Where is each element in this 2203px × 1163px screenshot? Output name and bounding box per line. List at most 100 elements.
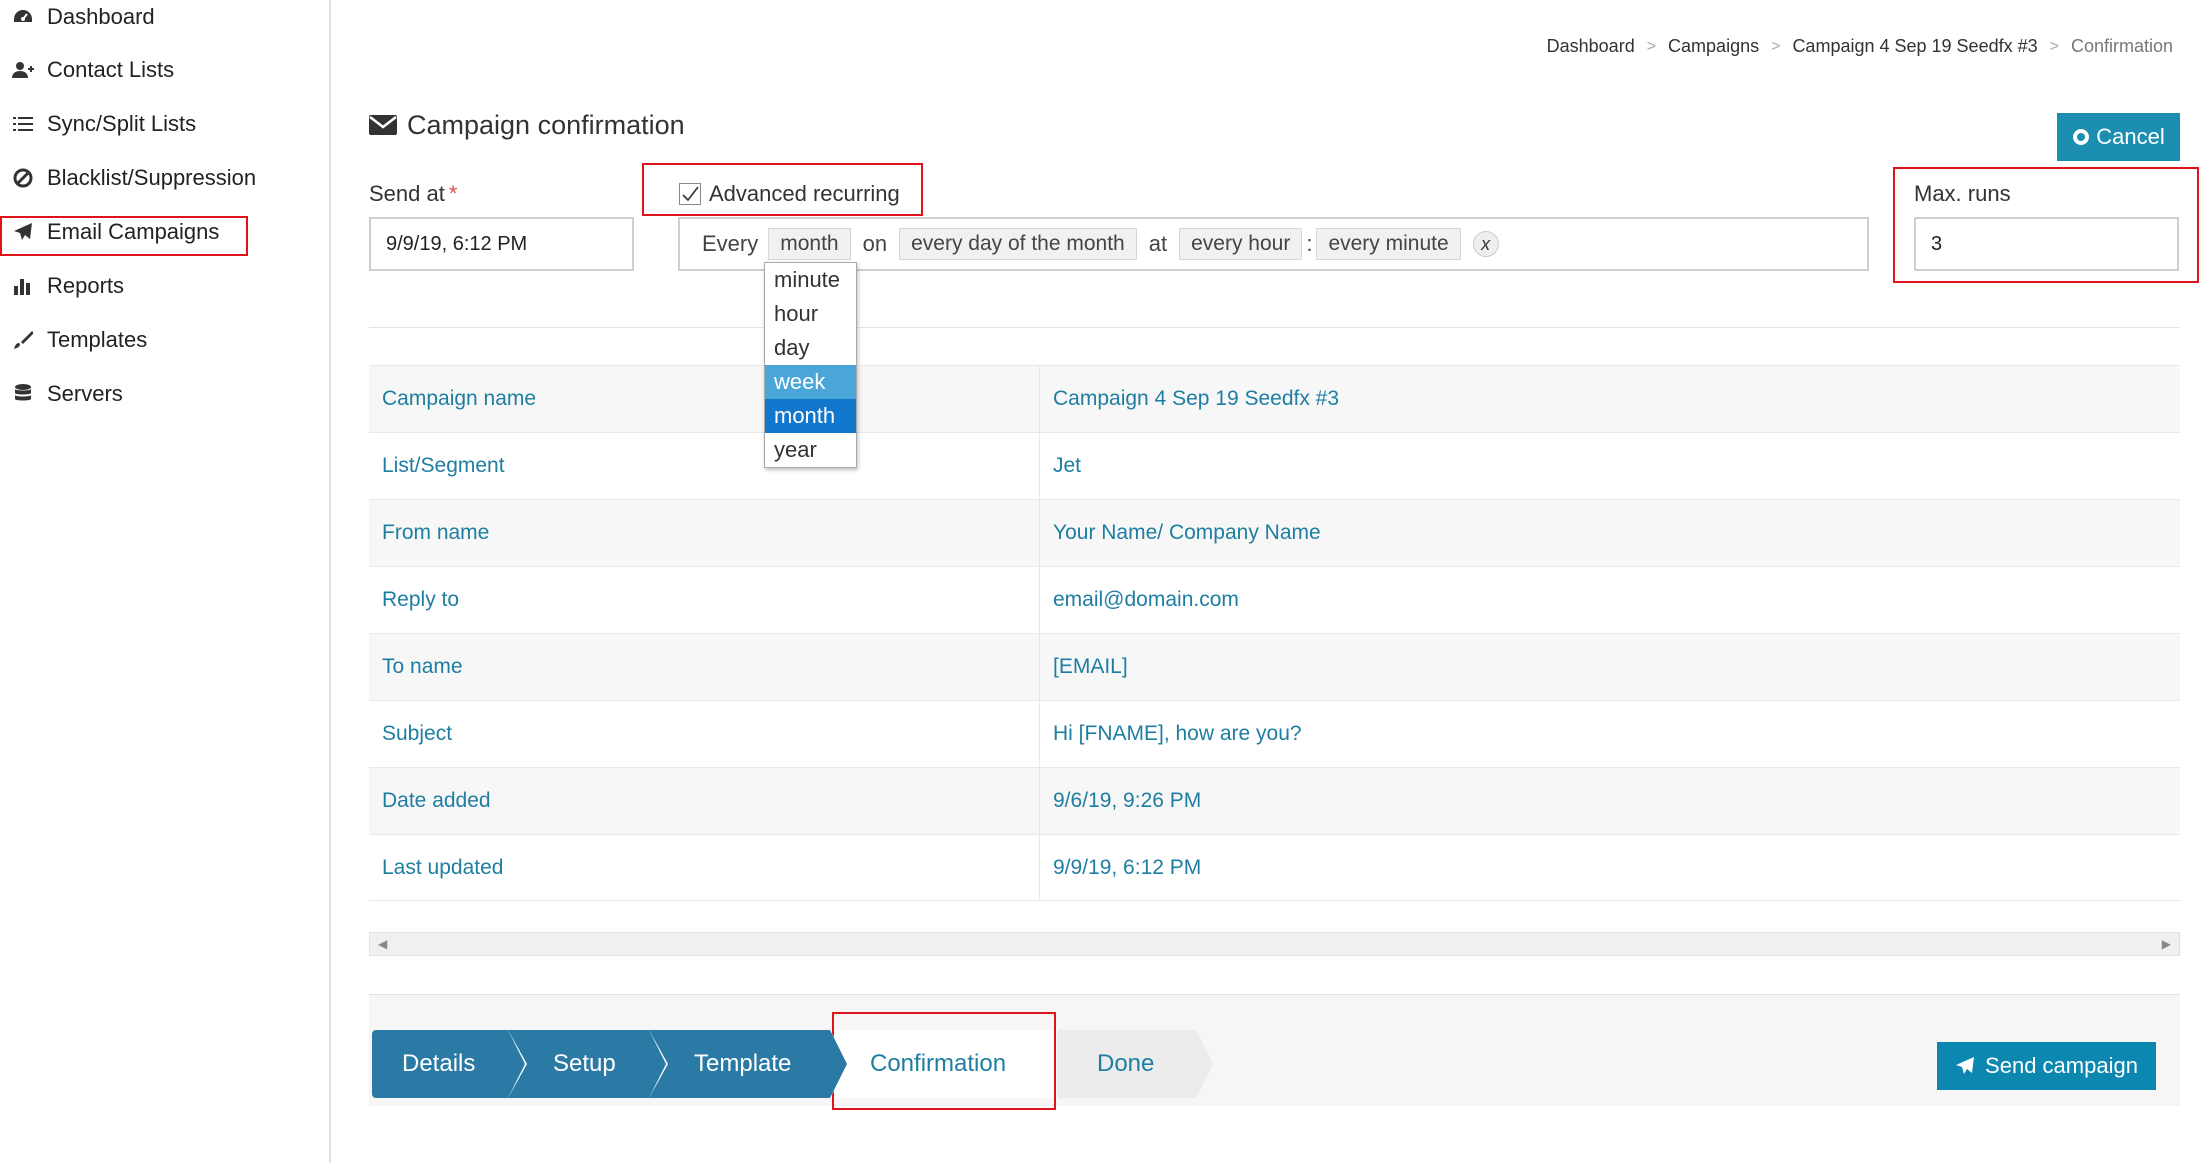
detail-value: Your Name/ Company Name bbox=[1053, 521, 1321, 544]
step-setup[interactable]: Setup bbox=[508, 1030, 668, 1098]
detail-key: From name bbox=[369, 500, 1040, 566]
sidebar-item-dashboard[interactable]: Dashboard bbox=[0, 0, 331, 44]
detail-value: 9/9/19, 6:12 PM bbox=[1053, 855, 1202, 879]
period-select[interactable]: month bbox=[768, 228, 851, 260]
step-label: Done bbox=[1097, 1050, 1155, 1077]
period-option-year[interactable]: year bbox=[765, 433, 856, 467]
sidebar-item-label: Email Campaigns bbox=[47, 219, 220, 244]
period-option-hour[interactable]: hour bbox=[765, 297, 856, 331]
database-icon bbox=[11, 382, 35, 406]
sidebar-item-label: Sync/Split Lists bbox=[47, 111, 197, 136]
brush-icon bbox=[11, 328, 35, 352]
dashboard-icon bbox=[11, 5, 35, 29]
step-label: Setup bbox=[553, 1050, 616, 1077]
envelope-icon bbox=[369, 114, 399, 137]
sidebar-item-reports[interactable]: Reports bbox=[0, 259, 331, 313]
table-row: Date added 9/6/19, 9:26 PM bbox=[369, 767, 2180, 834]
send-at-input[interactable]: 9/9/19, 6:12 PM bbox=[369, 217, 634, 271]
sidebar-item-label: Reports bbox=[47, 273, 125, 298]
bar-chart-icon bbox=[11, 274, 35, 298]
period-option-week[interactable]: week bbox=[765, 365, 856, 399]
divider bbox=[369, 327, 2180, 328]
scroll-left-icon[interactable]: ◀ bbox=[378, 937, 387, 951]
detail-value: Campaign 4 Sep 19 Seedfx #3 bbox=[1053, 387, 1340, 410]
detail-value: [EMAIL] bbox=[1053, 655, 1128, 678]
required-marker: * bbox=[448, 181, 458, 206]
send-campaign-button[interactable]: Send campaign bbox=[1937, 1042, 2156, 1090]
table-row: Campaign name Campaign 4 Sep 19 Seedfx #3 bbox=[369, 365, 2180, 432]
step-details[interactable]: Details bbox=[372, 1030, 527, 1098]
breadcrumb-dashboard[interactable]: Dashboard bbox=[1547, 36, 1635, 57]
sidebar-item-templates[interactable]: Templates bbox=[0, 313, 331, 367]
detail-value: Jet bbox=[1053, 454, 1082, 477]
max-runs-value: 3 bbox=[1931, 232, 1943, 255]
step-done[interactable]: Done bbox=[1057, 1030, 1213, 1098]
detail-key: Last updated bbox=[369, 835, 1040, 900]
table-row: Subject Hi [FNAME], how are you? bbox=[369, 700, 2180, 767]
every-word: Every bbox=[702, 231, 759, 256]
detail-key: Subject bbox=[369, 701, 1040, 767]
check-icon bbox=[682, 186, 699, 202]
paper-plane-icon bbox=[11, 220, 35, 244]
table-row: Last updated 9/9/19, 6:12 PM bbox=[369, 834, 2180, 901]
sidebar-item-label: Templates bbox=[47, 327, 148, 352]
table-row: From name Your Name/ Company Name bbox=[369, 499, 2180, 566]
detail-value: 9/6/19, 9:26 PM bbox=[1053, 789, 1202, 812]
detail-key: To name bbox=[369, 634, 1040, 700]
period-option-day[interactable]: day bbox=[765, 331, 856, 365]
send-at-label-text: Send at bbox=[369, 181, 445, 206]
detail-key: Reply to bbox=[369, 567, 1040, 633]
breadcrumb-separator-icon: > bbox=[2049, 37, 2059, 55]
list-icon bbox=[11, 112, 35, 136]
sidebar-item-servers[interactable]: Servers bbox=[0, 367, 331, 421]
colon-separator: : bbox=[1306, 231, 1313, 256]
period-dropdown: minute hour day week month year bbox=[764, 262, 857, 468]
clear-recurring-button[interactable]: x bbox=[1472, 231, 1499, 257]
period-option-minute[interactable]: minute bbox=[765, 263, 856, 297]
send-at-label: Send at * bbox=[369, 181, 457, 207]
sidebar-item-label: Blacklist/Suppression bbox=[47, 165, 257, 190]
at-word: at bbox=[1148, 231, 1168, 256]
campaign-details-table: Campaign name Campaign 4 Sep 19 Seedfx #3… bbox=[369, 365, 2180, 901]
on-word: on bbox=[862, 231, 888, 256]
page-title-text: Campaign confirmation bbox=[407, 110, 685, 140]
sidebar-item-label: Servers bbox=[47, 381, 123, 406]
advanced-recurring-checkbox[interactable] bbox=[679, 183, 701, 205]
sidebar: Dashboard Contact Lists Sync/Split Lists… bbox=[0, 0, 331, 1163]
sidebar-item-sync-split-lists[interactable]: Sync/Split Lists bbox=[0, 97, 331, 151]
sidebar-item-contact-lists[interactable]: Contact Lists bbox=[0, 43, 331, 97]
send-at-value: 9/9/19, 6:12 PM bbox=[386, 232, 528, 255]
cancel-button[interactable]: Cancel bbox=[2057, 113, 2180, 161]
sidebar-item-label: Contact Lists bbox=[47, 57, 175, 82]
detail-value: email@domain.com bbox=[1053, 588, 1239, 611]
step-template[interactable]: Template bbox=[649, 1030, 849, 1098]
detail-key: List/Segment bbox=[369, 433, 1040, 499]
paper-plane-icon bbox=[1955, 1056, 1975, 1076]
breadcrumb-current: Confirmation bbox=[2070, 36, 2173, 56]
sidebar-item-blacklist-suppression[interactable]: Blacklist/Suppression bbox=[0, 151, 331, 205]
breadcrumb-campaigns[interactable]: Campaigns bbox=[1668, 36, 1759, 57]
table-row: To name [EMAIL] bbox=[369, 633, 2180, 700]
step-label: Confirmation bbox=[870, 1050, 1007, 1077]
advanced-recurring-toggle[interactable]: Advanced recurring bbox=[679, 181, 900, 207]
scroll-right-icon[interactable]: ▶ bbox=[2162, 937, 2171, 951]
step-confirmation[interactable]: Confirmation bbox=[830, 1030, 1057, 1098]
detail-key: Campaign name bbox=[369, 366, 1040, 432]
add-user-icon bbox=[11, 58, 35, 82]
send-campaign-label: Send campaign bbox=[1985, 1053, 2138, 1078]
minute-select[interactable]: every minute bbox=[1316, 228, 1461, 260]
period-option-month[interactable]: month bbox=[765, 399, 856, 433]
hour-select[interactable]: every hour bbox=[1179, 228, 1303, 260]
day-of-month-select[interactable]: every day of the month bbox=[899, 228, 1137, 260]
step-label: Template bbox=[694, 1050, 792, 1077]
max-runs-input[interactable]: 3 bbox=[1914, 217, 2179, 271]
breadcrumb-separator-icon: > bbox=[1771, 37, 1781, 55]
breadcrumb: Dashboard > Campaigns > Campaign 4 Sep 1… bbox=[1547, 36, 2173, 57]
page-title: Campaign confirmation bbox=[369, 110, 685, 141]
horizontal-scrollbar[interactable]: ◀ ▶ bbox=[369, 932, 2180, 956]
table-row: Reply to email@domain.com bbox=[369, 566, 2180, 633]
breadcrumb-separator-icon: > bbox=[1646, 37, 1657, 55]
advanced-recurring-label: Advanced recurring bbox=[709, 181, 900, 206]
breadcrumb-campaign[interactable]: Campaign 4 Sep 19 Seedfx #3 bbox=[1792, 36, 2037, 57]
sidebar-item-email-campaigns[interactable]: Email Campaigns bbox=[0, 205, 331, 259]
